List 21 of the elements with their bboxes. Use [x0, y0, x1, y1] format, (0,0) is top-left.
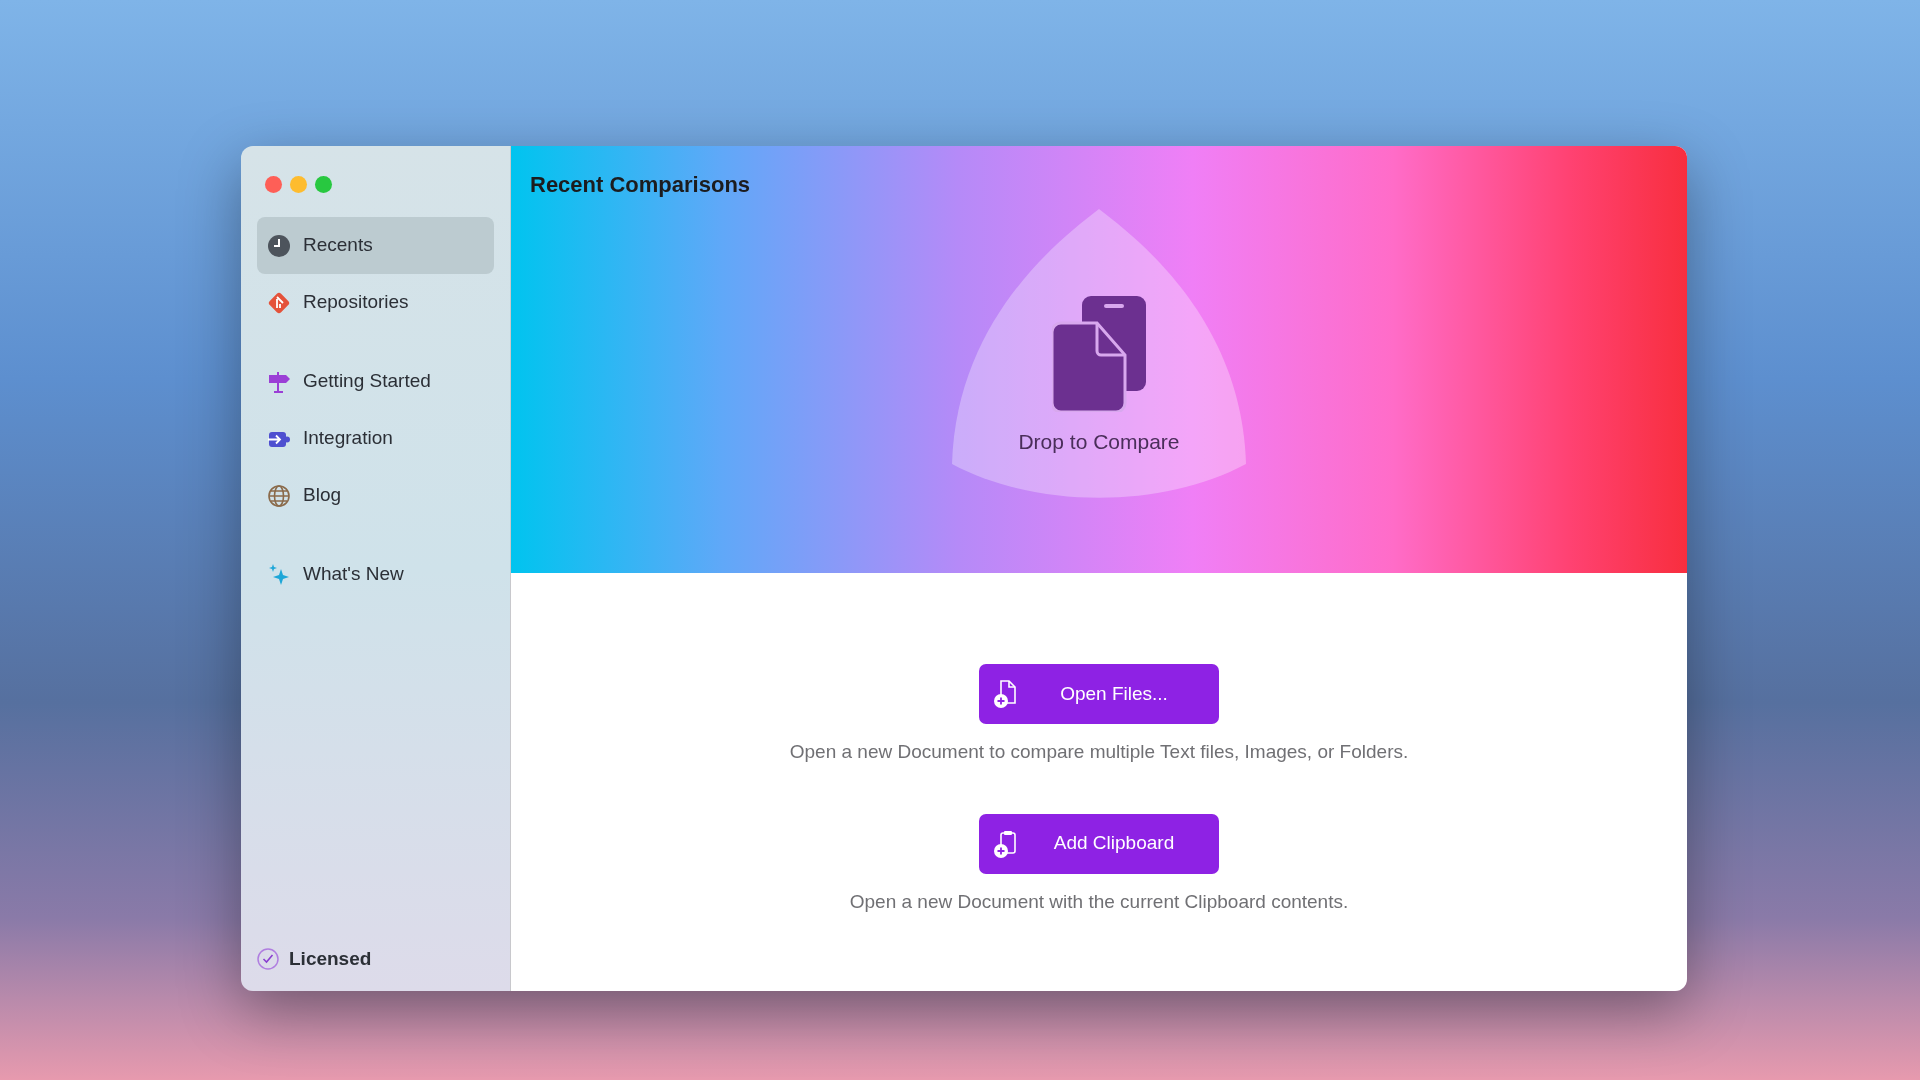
- signpost-icon: [267, 369, 291, 394]
- open-files-button[interactable]: Open Files...: [979, 664, 1219, 724]
- window-title: Recent Comparisons: [529, 171, 752, 199]
- drop-zone-label: Drop to Compare: [1018, 428, 1180, 455]
- sidebar-item[interactable]: What's New: [257, 546, 494, 603]
- zoom-button[interactable]: [315, 176, 332, 193]
- action-description: Open a new Document with the current Clipboard contents.: [849, 889, 1349, 914]
- globe-icon: [267, 483, 291, 508]
- minimize-button[interactable]: [290, 176, 307, 193]
- license-status: Licensed: [289, 946, 372, 971]
- sidebar-item[interactable]: Repositories: [257, 274, 494, 331]
- sidebar-item[interactable]: Recents: [257, 217, 494, 274]
- action-description: Open a new Document to compare multiple Text files, Images, or Folders.: [789, 740, 1409, 764]
- sidebar-item[interactable]: Getting Started: [257, 353, 494, 410]
- documents-icon: [1052, 295, 1146, 412]
- sidebar-item[interactable]: Integration: [257, 410, 494, 467]
- add-clipboard-button[interactable]: Add Clipboard: [979, 813, 1219, 874]
- drop-zone[interactable]: Drop to Compare: [952, 209, 1246, 501]
- sidebar-item[interactable]: Blog: [257, 467, 494, 524]
- close-button[interactable]: [265, 176, 282, 193]
- clock-icon: [267, 233, 291, 258]
